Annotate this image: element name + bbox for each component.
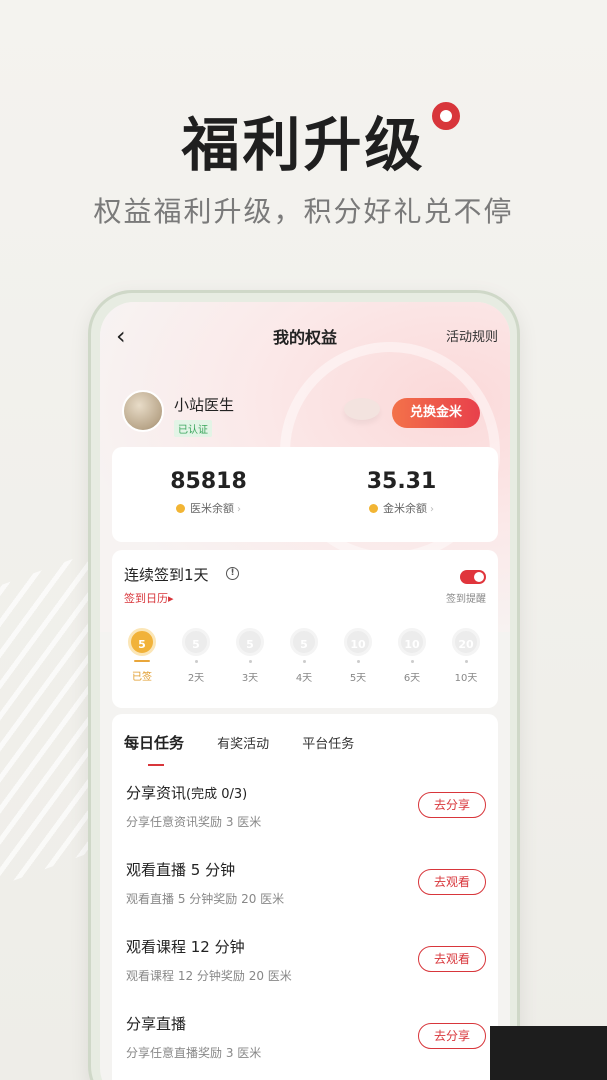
promo-title: 福利升级 <box>181 111 426 179</box>
signin-title: 连续签到1天 <box>124 566 209 584</box>
task-item: 观看课程 12 分钟 观看课程 12 分钟奖励 20 医米 去观看 <box>126 936 486 996</box>
reminder-label: 签到提醒 <box>446 594 486 605</box>
coin-icon <box>176 504 185 513</box>
coin-decoration <box>344 398 380 420</box>
task-name: 观看直播 5 分钟 <box>126 861 236 879</box>
task-item: 分享直播 分享任意直播奖励 3 医米 去分享 <box>126 1013 486 1073</box>
balance-label: 金米余额 <box>383 502 427 515</box>
signin-day: 5 4天 <box>284 628 324 685</box>
corner-overlay <box>490 1026 607 1080</box>
reminder-toggle[interactable] <box>460 570 486 584</box>
verified-badge: 已认证 <box>174 420 212 437</box>
tasks-card: 每日任务 有奖活动 平台任务 分享资讯(完成 0/3) 分享任意资讯奖励 3 医… <box>112 714 498 1080</box>
signin-days: 5 已签 5 2天 5 3天 5 4天 10 5天 10 6天 20 10天 <box>122 628 488 688</box>
promo-subtitle: 权益福利升级，积分好礼兑不停 <box>93 195 514 228</box>
watch-button[interactable]: 去观看 <box>418 946 486 972</box>
task-name: 分享直播 <box>126 1015 187 1033</box>
avatar[interactable] <box>122 390 164 432</box>
balance-label: 医米余额 <box>190 502 234 515</box>
tab-platform-tasks[interactable]: 平台任务 <box>302 733 354 752</box>
balance-jinmi[interactable]: 35.31 金米余额 › <box>305 469 498 516</box>
signin-day: 5 2天 <box>176 628 216 685</box>
signin-card: 连续签到1天 ! 签到日历▸ 签到提醒 5 已签 5 2天 5 3天 5 4天 10 5天… <box>112 550 498 708</box>
chevron-right-icon: › <box>237 504 241 515</box>
caret-right-icon: ▸ <box>168 592 174 605</box>
task-progress: (完成 0/3) <box>186 787 248 802</box>
task-name: 分享资讯 <box>126 784 187 802</box>
share-button[interactable]: 去分享 <box>418 1023 486 1049</box>
nav-bar: ‹ 我的权益 活动规则 <box>100 320 510 350</box>
signin-day: 20 10天 <box>446 628 486 685</box>
signin-day: 10 6天 <box>392 628 432 685</box>
task-tabs: 每日任务 有奖活动 平台任务 <box>124 732 382 753</box>
signin-day: 5 3天 <box>230 628 270 685</box>
coin-icon <box>369 504 378 513</box>
balance-value: 35.31 <box>366 469 437 494</box>
signin-calendar-link[interactable]: 签到日历▸ <box>124 590 174 606</box>
app-screen: ‹ 我的权益 活动规则 小站医生 已认证 兑换金米 85818 医米余额 › 35… <box>100 302 510 1080</box>
active-tab-indicator <box>148 764 164 766</box>
tab-daily-tasks[interactable]: 每日任务 <box>124 732 184 753</box>
user-name: 小站医生 <box>174 396 235 414</box>
chevron-right-icon: › <box>430 504 434 515</box>
balance-value: 85818 <box>170 469 247 494</box>
info-icon[interactable]: ! <box>226 567 239 580</box>
activity-rules-link[interactable]: 活动规则 <box>446 326 498 345</box>
task-item: 分享资讯(完成 0/3) 分享任意资讯奖励 3 医米 去分享 <box>126 782 486 842</box>
tab-reward-activities[interactable]: 有奖活动 <box>217 733 269 752</box>
exchange-gold-button[interactable]: 兑换金米 <box>392 398 480 428</box>
task-name: 观看课程 12 分钟 <box>126 938 245 956</box>
promo-dot-icon <box>432 102 460 130</box>
signin-day: 5 已签 <box>122 628 162 684</box>
watch-button[interactable]: 去观看 <box>418 869 486 895</box>
task-item: 观看直播 5 分钟 观看直播 5 分钟奖励 20 医米 去观看 <box>126 859 486 919</box>
signin-day: 10 5天 <box>338 628 378 685</box>
balance-card: 85818 医米余额 › 35.31 金米余额 › <box>112 447 498 542</box>
share-button[interactable]: 去分享 <box>418 792 486 818</box>
balance-yimi[interactable]: 85818 医米余额 › <box>112 469 305 516</box>
